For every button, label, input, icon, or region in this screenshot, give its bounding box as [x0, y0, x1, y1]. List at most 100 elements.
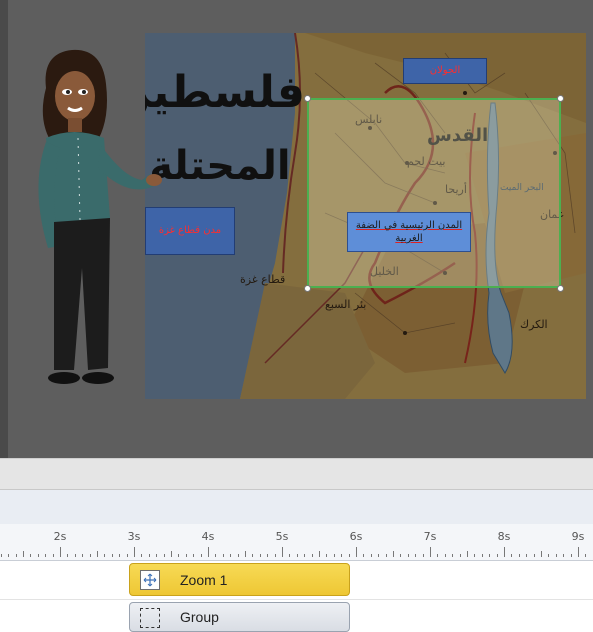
timeline-ruler[interactable]: 2s 3s 4s 5s 6s 7s 8s 9s — [0, 524, 593, 561]
ruler-tick — [267, 554, 268, 557]
ruler-tick — [112, 554, 113, 557]
ruler-tick — [82, 554, 83, 557]
ruler-tick — [312, 554, 313, 557]
ruler-tick — [223, 554, 224, 557]
ruler-tick — [548, 554, 549, 557]
ruler-tick — [571, 554, 572, 557]
ruler-tick — [289, 554, 290, 557]
ruler-label: 3s — [128, 530, 141, 543]
ruler-tick — [67, 554, 68, 557]
ruler-tick — [400, 554, 401, 557]
ruler-tick — [386, 554, 387, 557]
ruler-tick — [164, 554, 165, 557]
callout-top[interactable]: الجولان — [403, 58, 487, 84]
ruler-label: 7s — [424, 530, 437, 543]
ruler-tick — [319, 551, 320, 557]
ruler-tick — [474, 554, 475, 557]
ruler-tick — [53, 554, 54, 557]
ruler-tick — [349, 554, 350, 557]
ruler-tick — [127, 554, 128, 557]
ruler-tick — [245, 551, 246, 557]
ruler-tick — [282, 547, 283, 557]
ruler-tick — [541, 551, 542, 557]
ruler-tick — [393, 551, 394, 557]
ruler-tick — [341, 554, 342, 557]
ruler-tick — [563, 554, 564, 557]
group-clip-label: Group — [180, 609, 219, 625]
ruler-tick — [408, 554, 409, 557]
ruler-label: 2s — [54, 530, 67, 543]
ruler-tick — [430, 547, 431, 557]
zoom-handle-top-right[interactable] — [557, 95, 564, 102]
ruler-tick — [193, 554, 194, 557]
ruler-tick — [16, 554, 17, 557]
ruler-tick — [504, 547, 505, 557]
ruler-label: 8s — [498, 530, 511, 543]
ruler-tick — [526, 554, 527, 557]
ruler-tick — [452, 554, 453, 557]
ruler-tick — [90, 554, 91, 557]
ruler-tick — [445, 554, 446, 557]
canvas-left-edge — [0, 0, 8, 458]
ruler-label: 9s — [572, 530, 585, 543]
ruler-tick — [186, 554, 187, 557]
ruler-tick — [260, 554, 261, 557]
ruler-tick — [460, 554, 461, 557]
ruler-tick — [378, 554, 379, 557]
ruler-tick — [326, 554, 327, 557]
ruler-tick — [201, 554, 202, 557]
ruler-tick — [489, 554, 490, 557]
ruler-tick — [104, 554, 105, 557]
ruler-tick — [511, 554, 512, 557]
ruler-label: 4s — [202, 530, 215, 543]
presenter-figure — [24, 48, 174, 396]
zoom-handle-bottom-left[interactable] — [304, 285, 311, 292]
zoom-handle-top-left[interactable] — [304, 95, 311, 102]
group-icon — [140, 608, 160, 628]
ruler-tick — [304, 554, 305, 557]
ruler-tick — [134, 547, 135, 557]
ruler-tick — [45, 554, 46, 557]
ruler-tick — [23, 551, 24, 557]
ruler-tick — [230, 554, 231, 557]
city-gaza-strip: قطاع غزة — [240, 273, 285, 286]
ruler-tick — [171, 551, 172, 557]
ruler-tick — [437, 554, 438, 557]
presenter-character[interactable] — [24, 48, 174, 396]
ruler-tick — [215, 554, 216, 557]
city-karak: الكرك — [520, 318, 548, 331]
zoom-region-label[interactable]: المدن الرئيسية في الضفة الغربية — [347, 212, 471, 252]
timeline-header — [0, 489, 593, 525]
ruler-tick — [38, 554, 39, 557]
ruler-tick — [252, 554, 253, 557]
ruler-tick — [334, 554, 335, 557]
ruler-tick — [60, 547, 61, 557]
ruler-tick — [497, 554, 498, 557]
canvas-bottom-bar — [0, 458, 593, 489]
zoom-handle-bottom-right[interactable] — [557, 285, 564, 292]
group-clip[interactable]: Group — [129, 602, 350, 632]
ruler-tick — [156, 554, 157, 557]
ruler-tick — [178, 554, 179, 557]
ruler-tick — [75, 554, 76, 557]
ruler-tick — [1, 554, 2, 557]
ruler-tick — [149, 554, 150, 557]
ruler-tick — [423, 554, 424, 557]
ruler-tick — [275, 554, 276, 557]
ruler-tick — [141, 554, 142, 557]
zoom-clip[interactable]: Zoom 1 — [129, 563, 350, 596]
canvas-stage: فلسطين المحتلة القدس بيت لحم نابلس الخلي… — [0, 0, 593, 458]
ruler-tick — [297, 554, 298, 557]
ruler-tick — [519, 554, 520, 557]
zoom-clip-label: Zoom 1 — [180, 572, 227, 588]
ruler-label: 5s — [276, 530, 289, 543]
ruler-tick — [534, 554, 535, 557]
ruler-label: 6s — [350, 530, 363, 543]
city-beersheba: بئر السبع — [325, 298, 366, 311]
ruler-tick — [467, 551, 468, 557]
zoom-region-rectangle[interactable] — [307, 98, 561, 288]
zoom-icon — [140, 570, 160, 590]
ruler-tick — [585, 554, 586, 557]
ruler-tick — [8, 554, 9, 557]
ruler-tick — [97, 551, 98, 557]
